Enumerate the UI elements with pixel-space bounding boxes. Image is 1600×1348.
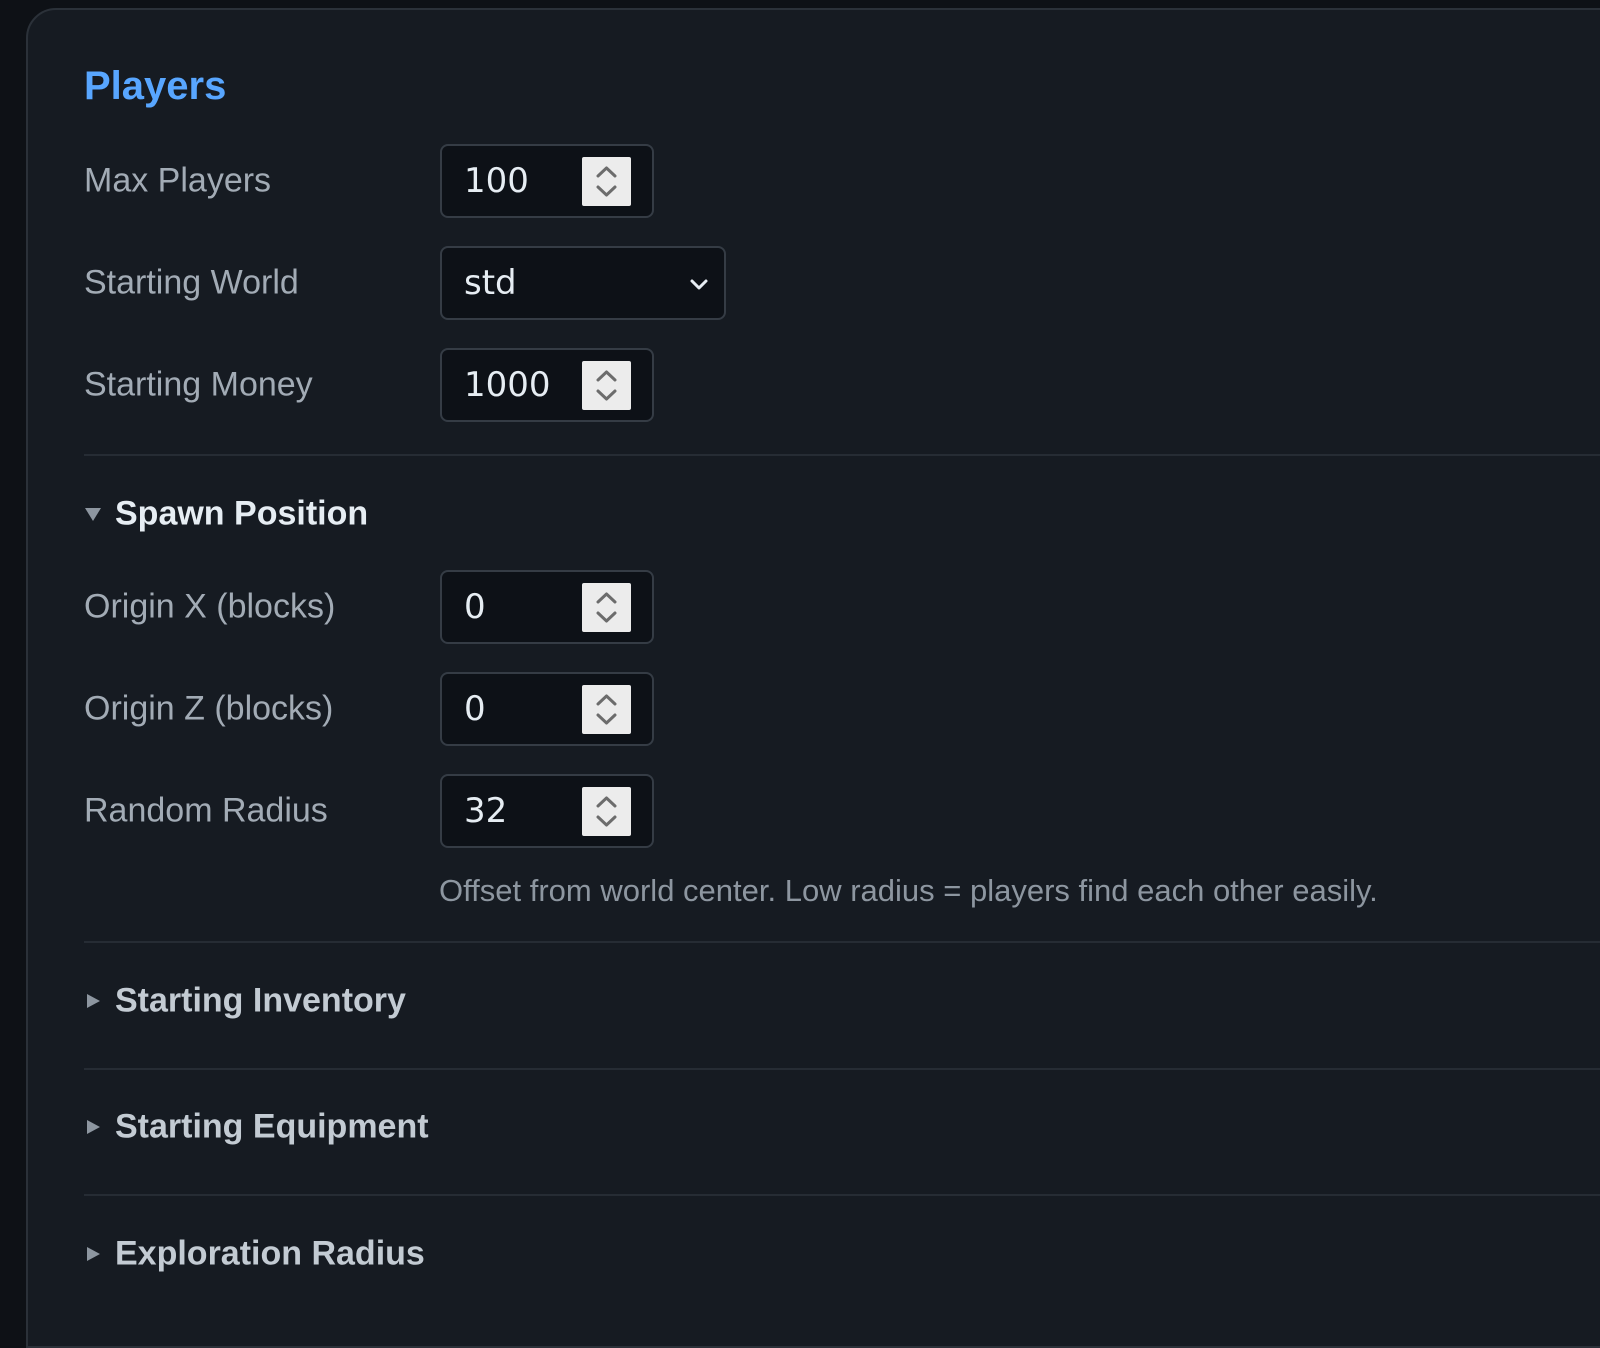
starting-money-row: Starting Money 1000 [84,348,1484,422]
max-players-spinner[interactable] [582,157,631,206]
max-players-value: 100 [464,161,529,201]
origin-z-label: Origin Z (blocks) [84,689,334,728]
starting-money-value: 1000 [464,365,551,405]
up-down-arrows-icon [596,694,617,725]
caret-right-icon [87,1120,100,1134]
caret-right-icon [87,1247,100,1261]
starting-inventory-title: Starting Inventory [115,981,406,1020]
divider [84,454,1600,456]
max-players-label: Max Players [84,161,272,200]
starting-money-input[interactable]: 1000 [440,348,654,422]
origin-x-value: 0 [464,587,486,627]
section-title: Players [84,64,227,108]
random-radius-row: Random Radius 32 [84,774,1484,848]
origin-z-spinner[interactable] [582,685,631,734]
divider [84,1068,1600,1070]
starting-world-row: Starting World std [84,246,1484,320]
divider [84,941,1600,943]
starting-world-label: Starting World [84,263,299,302]
spawn-position-title: Spawn Position [115,494,369,533]
divider [84,1194,1600,1196]
origin-x-spinner[interactable] [582,583,631,632]
up-down-arrows-icon [596,796,617,827]
origin-x-input[interactable]: 0 [440,570,654,644]
starting-world-value: std [464,263,517,303]
origin-z-value: 0 [464,689,486,729]
players-settings-panel: Players Max Players 100 Starting World s… [26,8,1600,1348]
up-down-arrows-icon [596,166,617,197]
starting-money-spinner[interactable] [582,361,631,410]
max-players-row: Max Players 100 [84,144,1484,218]
starting-money-label: Starting Money [84,365,313,404]
random-radius-input[interactable]: 32 [440,774,654,848]
spawn-position-header[interactable]: Spawn Position [84,489,884,539]
exploration-radius-title: Exploration Radius [115,1234,425,1273]
up-down-arrows-icon [596,592,617,623]
starting-equipment-title: Starting Equipment [115,1107,429,1146]
caret-right-icon [87,994,100,1008]
random-radius-value: 32 [464,791,508,831]
starting-inventory-header[interactable]: Starting Inventory [84,976,884,1026]
caret-down-icon [85,508,101,521]
origin-x-row: Origin X (blocks) 0 [84,570,1484,644]
max-players-input[interactable]: 100 [440,144,654,218]
random-radius-spinner[interactable] [582,787,631,836]
random-radius-hint: Offset from world center. Low radius = p… [439,873,1378,908]
up-down-arrows-icon [596,370,617,401]
origin-z-row: Origin Z (blocks) 0 [84,672,1484,746]
exploration-radius-header[interactable]: Exploration Radius [84,1229,884,1279]
starting-equipment-header[interactable]: Starting Equipment [84,1102,884,1152]
random-radius-label: Random Radius [84,791,328,830]
origin-x-label: Origin X (blocks) [84,587,336,626]
chevron-down-icon [690,279,708,290]
origin-z-input[interactable]: 0 [440,672,654,746]
starting-world-select[interactable]: std [440,246,726,320]
